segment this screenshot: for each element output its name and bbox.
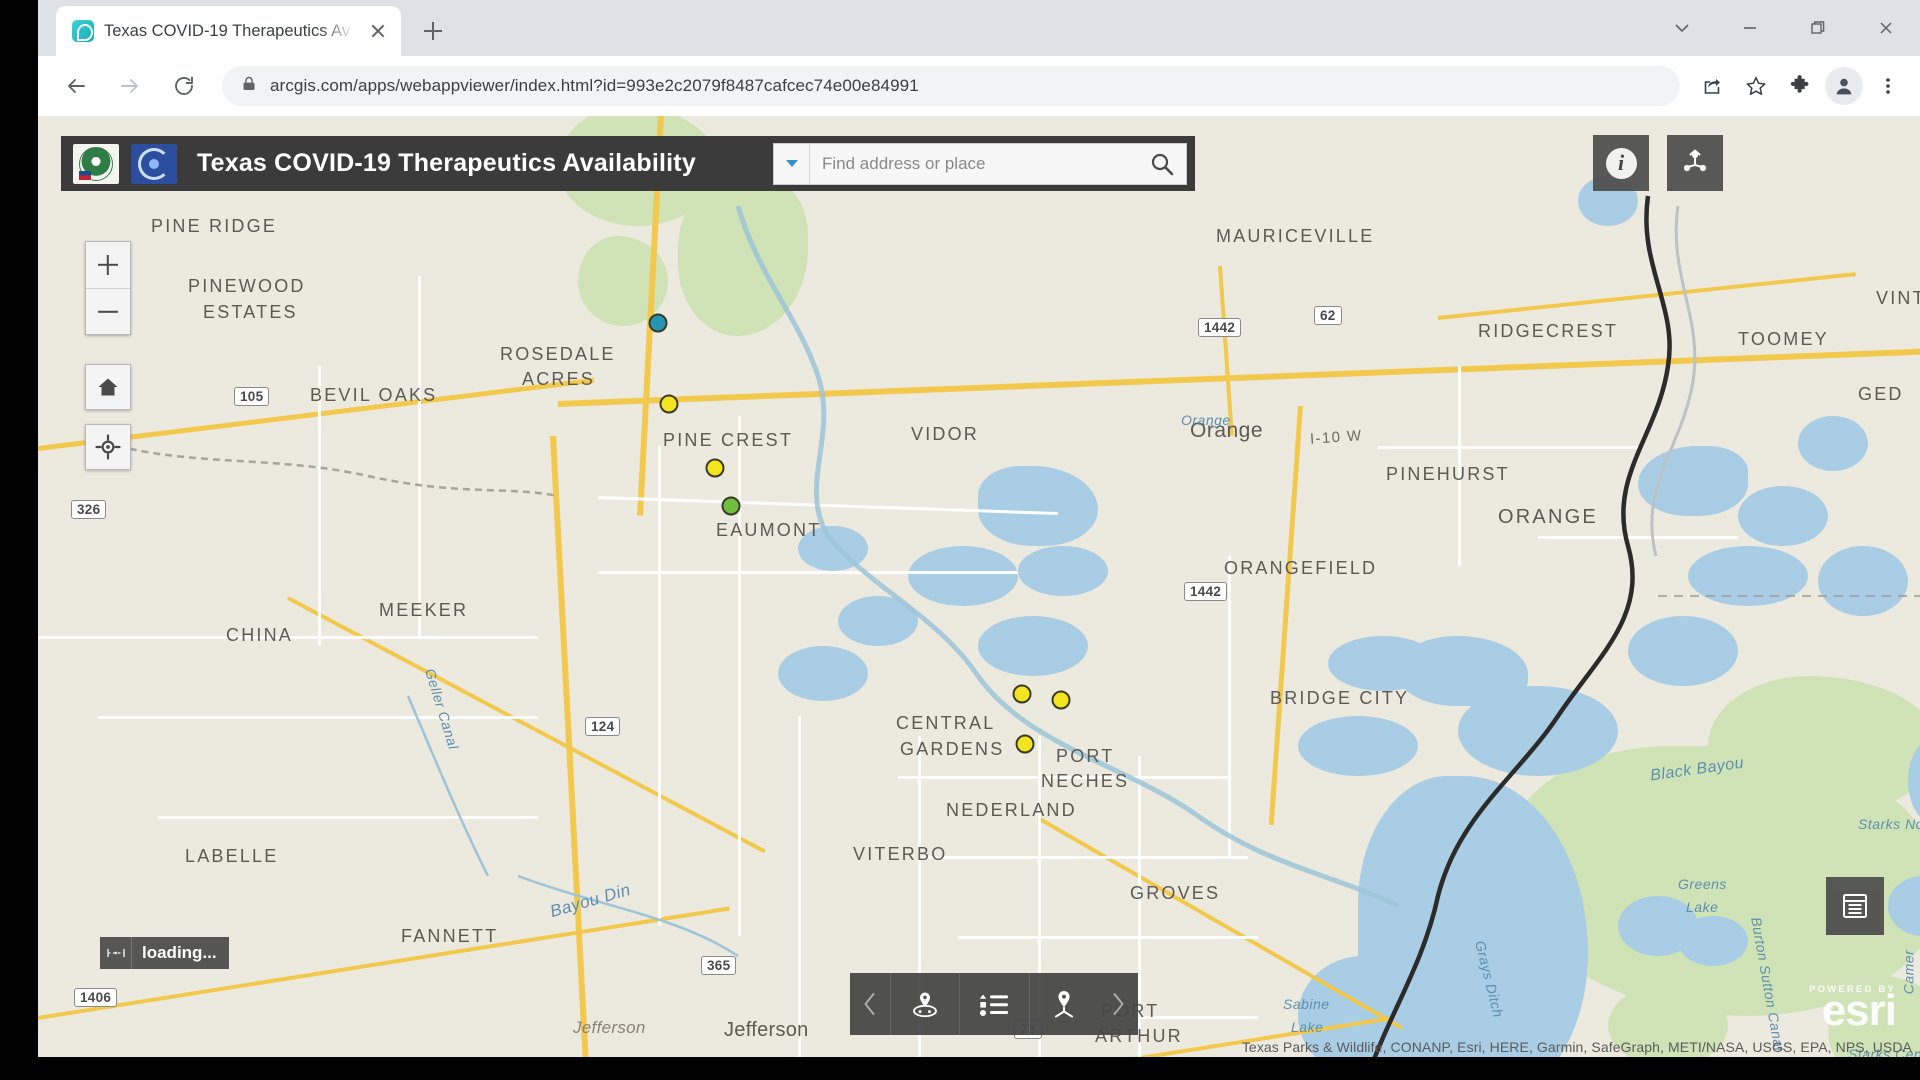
share-button[interactable] (1667, 135, 1723, 191)
url-text: arcgis.com/apps/webappviewer/index.html?… (270, 76, 919, 95)
county-boundary (1658, 595, 1920, 597)
search-icon[interactable] (1138, 144, 1186, 184)
share-icon[interactable] (1690, 64, 1734, 108)
close-window-icon[interactable] (1852, 0, 1920, 56)
about-info-button[interactable]: i (1593, 135, 1649, 191)
browser-window: Texas COVID-19 Therapeutics Av arcgis.co… (38, 0, 1920, 1057)
zoom-controls (85, 241, 131, 335)
home-extent-button[interactable] (85, 364, 131, 410)
toolbar-prev-button[interactable] (850, 973, 890, 1035)
close-tab-icon[interactable] (365, 18, 391, 44)
chevron-left-icon (864, 993, 875, 1015)
table-icon (1843, 894, 1867, 918)
browser-menu-icon[interactable] (1866, 64, 1910, 108)
site-info-lock-icon[interactable] (240, 75, 258, 98)
loading-text: loading... (142, 943, 217, 962)
chevron-down-icon (785, 160, 798, 167)
basemap-gallery-button[interactable] (890, 973, 959, 1035)
map-marker[interactable] (1051, 690, 1071, 710)
search-widget[interactable] (773, 142, 1187, 185)
forward-icon[interactable] (106, 62, 154, 110)
legend-icon (980, 994, 1009, 1016)
covid-virus-icon (131, 143, 177, 184)
back-icon[interactable] (52, 62, 100, 110)
favicon-arcgis (72, 20, 94, 42)
map-marker[interactable] (1015, 734, 1035, 754)
texas-dshs-seal-icon (73, 143, 119, 184)
screen: Texas COVID-19 Therapeutics Av arcgis.co… (0, 0, 1920, 1080)
map-viewport[interactable]: PINE RIDGE PINEWOOD ESTATES ROSEDALE ACR… (38, 116, 1920, 1057)
tab-title: Texas COVID-19 Therapeutics Av (104, 21, 351, 40)
chevron-right-icon (1113, 993, 1124, 1015)
basemap-gallery-icon (913, 992, 938, 1018)
search-source-dropdown[interactable] (774, 143, 810, 184)
map-marker[interactable] (721, 496, 741, 516)
map-attribution: Texas Parks & Wildlife, CONANP, Esri, HE… (1241, 1039, 1912, 1055)
map-canvas (38, 116, 1920, 1057)
attribute-table-button[interactable] (1826, 877, 1884, 935)
page-title: Texas COVID-19 Therapeutics Availability (197, 149, 696, 177)
near-me-icon (1054, 991, 1073, 1018)
tab-search-chevron-down-icon[interactable] (1648, 0, 1716, 56)
extensions-puzzle-icon[interactable] (1778, 64, 1822, 108)
reload-icon[interactable] (160, 62, 208, 110)
browser-toolbar: arcgis.com/apps/webappviewer/index.html?… (38, 56, 1920, 116)
address-bar[interactable]: arcgis.com/apps/webappviewer/index.html?… (222, 66, 1680, 106)
legend-button[interactable] (959, 973, 1028, 1035)
info-icon: i (1605, 147, 1637, 179)
app-header: Texas COVID-19 Therapeutics Availability (61, 136, 1195, 191)
search-input[interactable] (810, 153, 1138, 174)
tab-strip: Texas COVID-19 Therapeutics Av (38, 0, 1920, 56)
near-me-button[interactable] (1028, 973, 1098, 1035)
widget-toolbar (850, 973, 1138, 1035)
toolbar-next-button[interactable] (1098, 973, 1138, 1035)
zoom-out-button[interactable] (86, 288, 130, 334)
my-location-button[interactable] (85, 424, 131, 470)
map-marker[interactable] (659, 394, 679, 414)
favorite-star-icon[interactable] (1734, 64, 1778, 108)
browser-tab[interactable]: Texas COVID-19 Therapeutics Av (56, 6, 401, 56)
new-tab-button[interactable] (416, 14, 450, 48)
toolbar-actions (1690, 64, 1920, 108)
restore-icon[interactable] (1784, 0, 1852, 56)
share-network-icon (1683, 149, 1707, 172)
window-controls (1648, 0, 1920, 56)
map-marker[interactable] (705, 458, 725, 478)
scalebar-icon (100, 937, 132, 969)
map-marker[interactable] (648, 313, 668, 333)
profile-avatar-icon[interactable] (1822, 64, 1866, 108)
zoom-in-button[interactable] (86, 242, 130, 288)
map-marker[interactable] (1012, 684, 1032, 704)
minimize-icon[interactable] (1716, 0, 1784, 56)
scalebar-loading-widget: loading... (100, 937, 229, 969)
